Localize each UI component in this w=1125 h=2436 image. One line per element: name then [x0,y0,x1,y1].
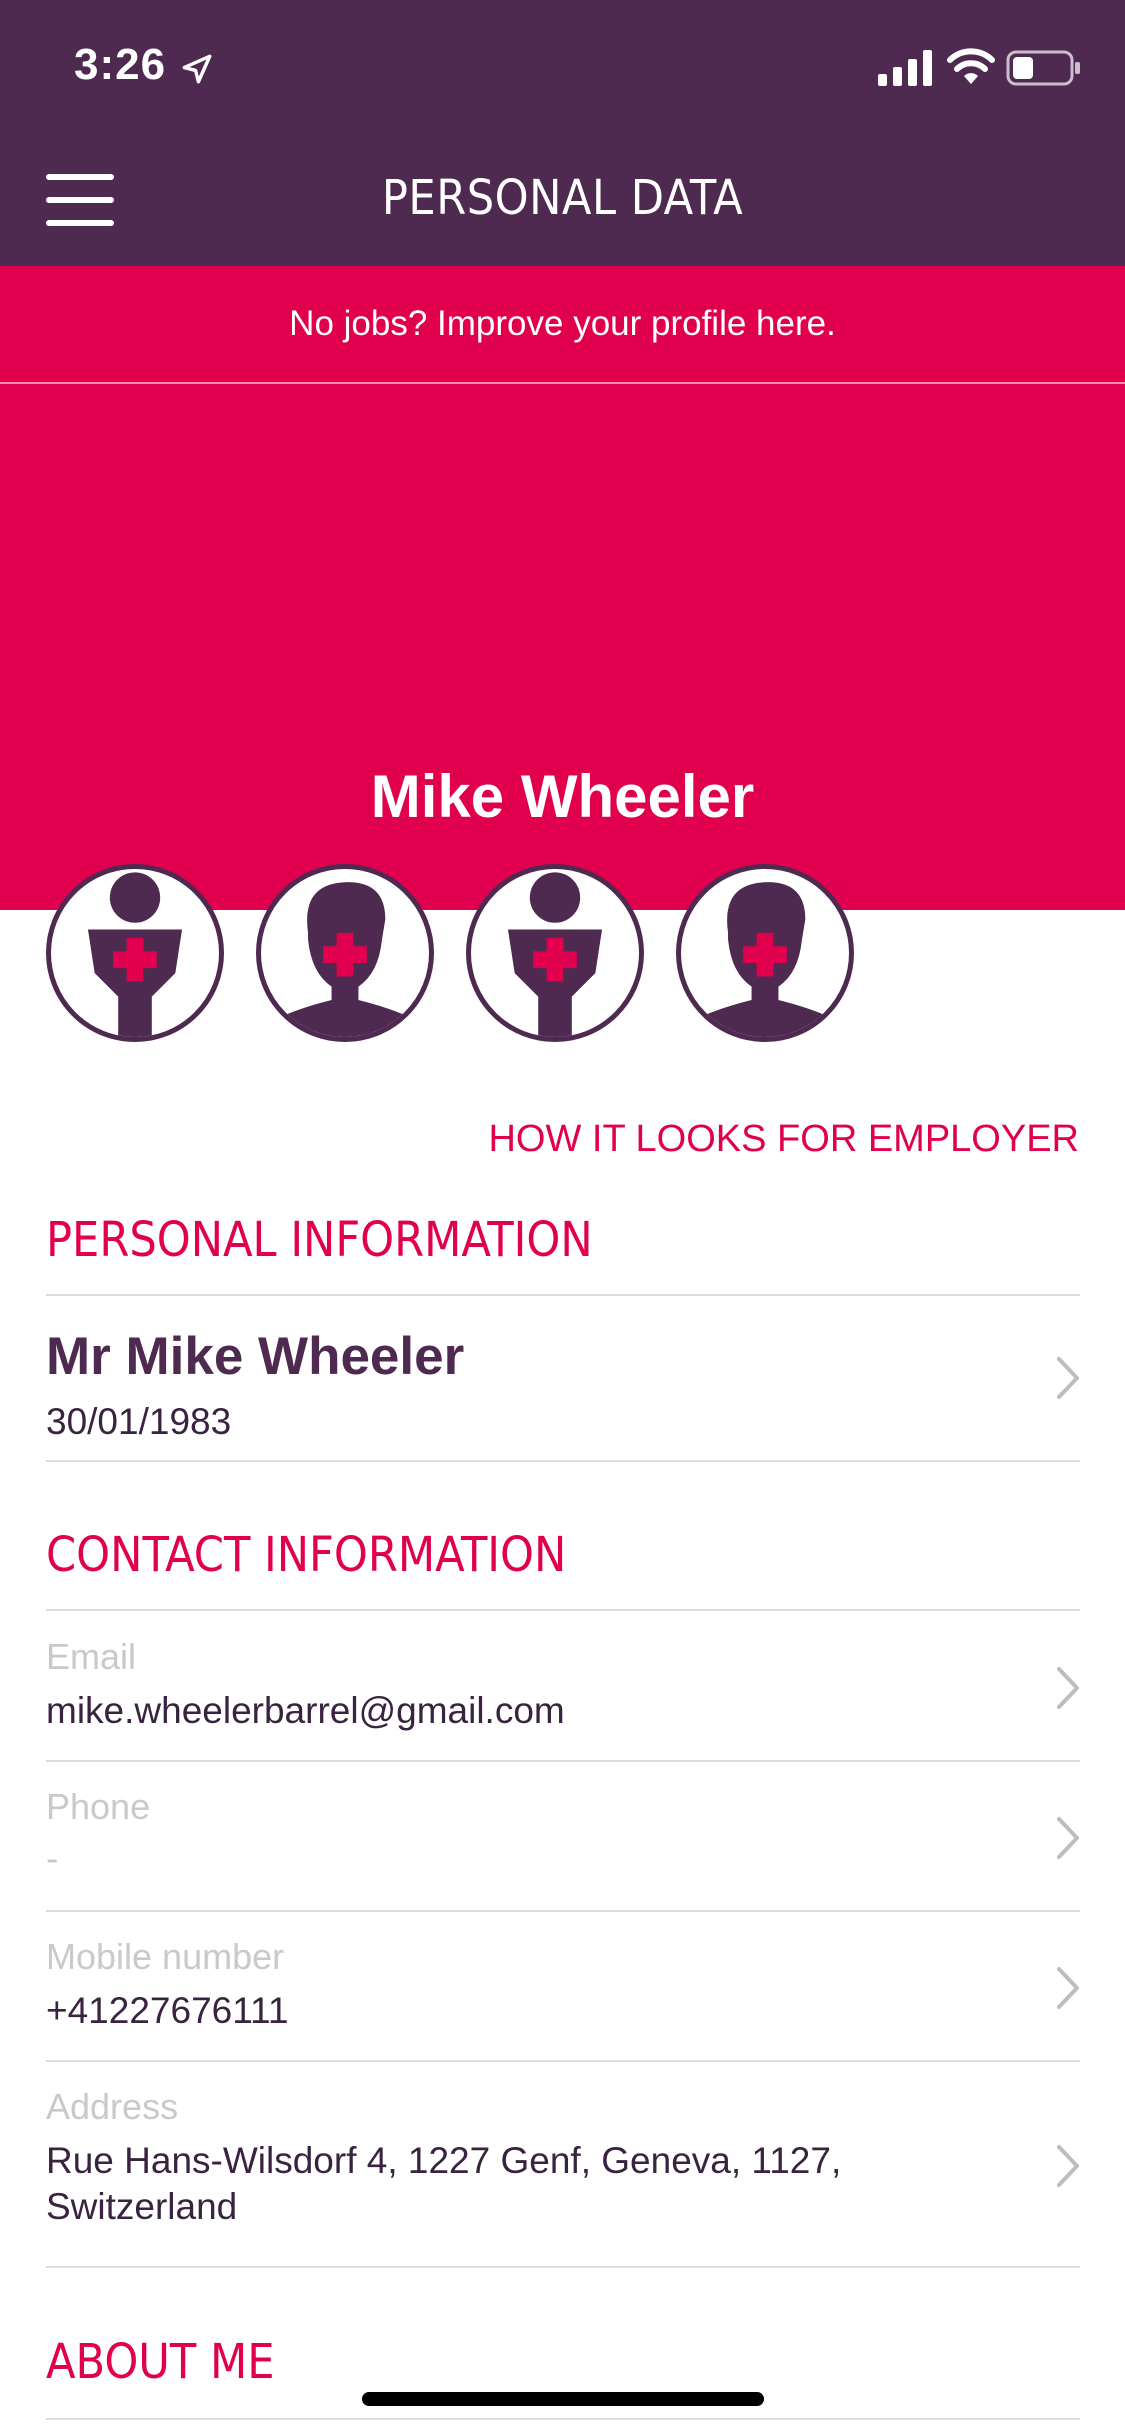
employer-view-link[interactable]: HOW IT LOOKS FOR EMPLOYER [488,1118,1079,1161]
divider [46,1294,1080,1296]
chevron-right-icon [1057,1667,1079,1709]
male-nurse-avatar-2[interactable] [676,864,854,1042]
wifi-icon [947,48,995,84]
chevron-right-icon [1057,1357,1079,1399]
address-value: Rue Hans-Wilsdorf 4, 1227 Genf, Geneva, … [46,2138,1080,2230]
mobile-value: +41227676111 [46,1990,289,2031]
about-me-title: ABOUT ME [46,2334,275,2390]
nav-bar: PERSONAL DATA [0,132,1125,266]
phone-row[interactable]: Phone - [46,1786,1080,1916]
female-nurse-avatar-2[interactable] [466,864,644,1042]
status-time: 3:26 [74,40,167,89]
mobile-row[interactable]: Mobile number +41227676111 [46,1936,1080,2066]
divider [46,2266,1080,2268]
divider [46,1760,1080,1762]
chevron-right-icon [1057,1817,1079,1859]
contact-info-title: CONTACT INFORMATION [46,1527,567,1583]
profile-name: Mike Wheeler [370,763,755,830]
location-arrow-icon [182,54,212,84]
profile-header: Mike Wheeler [0,384,1125,910]
divider [46,2418,1080,2420]
divider [46,1460,1080,1462]
address-line-1: Rue Hans-Wilsdorf 4, 1227 Genf, Geneva, … [46,2140,842,2181]
mobile-label: Mobile number [46,1936,285,1977]
chevron-right-icon [1057,2145,1079,2187]
personal-info-row[interactable]: Mr Mike Wheeler 30/01/1983 [46,1326,1080,1456]
divider [46,1609,1080,1611]
personal-info-title: PERSONAL INFORMATION [46,1212,593,1268]
full-name: Mr Mike Wheeler [46,1327,465,1386]
chevron-right-icon [1057,1967,1079,2009]
date-of-birth: 30/01/1983 [46,1401,232,1442]
address-row[interactable]: Address Rue Hans-Wilsdorf 4, 1227 Genf, … [46,2086,1080,2266]
home-indicator[interactable] [362,2392,764,2406]
improve-profile-banner[interactable]: No jobs? Improve your profile here. [0,266,1125,384]
divider [46,1910,1080,1912]
page-title: PERSONAL DATA [381,170,744,226]
battery-icon [1006,50,1080,86]
email-value: mike.wheelerbarrel@gmail.com [46,1690,565,1731]
status-bar: 3:26 [0,0,1125,132]
female-nurse-avatar[interactable] [46,864,224,1042]
email-row[interactable]: Email mike.wheelerbarrel@gmail.com [46,1636,1080,1766]
email-label: Email [46,1636,137,1677]
address-line-2: Switzerland [46,2186,238,2227]
phone-label: Phone [46,1786,151,1827]
cellular-signal-icon [878,50,932,86]
phone-value: - [46,1838,59,1879]
divider [46,2060,1080,2062]
male-nurse-avatar[interactable] [256,864,434,1042]
address-label: Address [46,2086,179,2127]
